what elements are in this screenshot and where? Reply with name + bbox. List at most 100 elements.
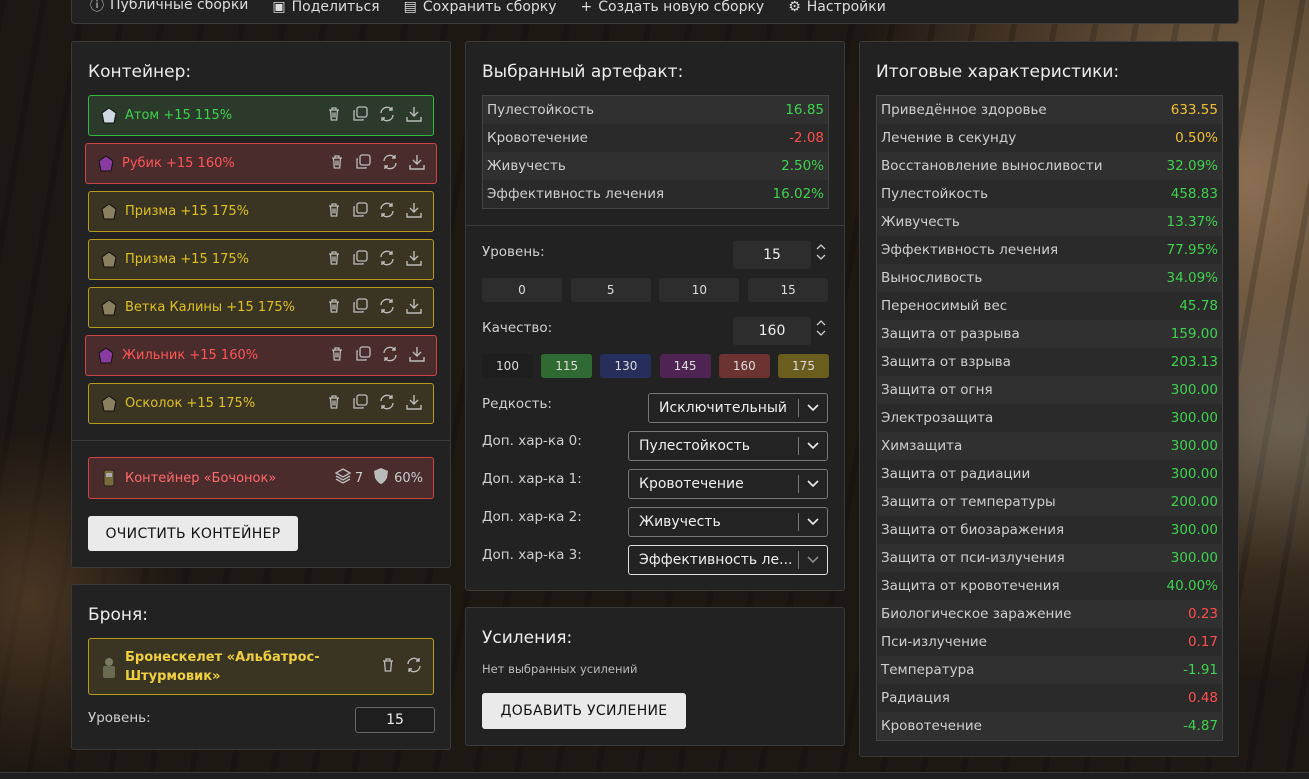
extra-stat-value: Живучесть [639, 514, 721, 530]
stat-name: Защита от биозаражения [881, 522, 1065, 538]
level-preset-button[interactable]: 0 [482, 278, 562, 302]
stat-value: 77.95% [1166, 242, 1218, 258]
quality-preset-button[interactable]: 175 [778, 354, 829, 378]
artifact-slot[interactable]: Призма +15 175% [88, 239, 434, 280]
level-preset-button[interactable]: 5 [570, 278, 651, 302]
container-slots-count: 7 [354, 470, 364, 486]
refresh-icon[interactable] [378, 393, 396, 415]
level-preset-button[interactable]: 15 [748, 278, 829, 302]
quality-preset-button[interactable]: 160 [718, 354, 770, 378]
stat-row: Защита от радиации 300.00 [877, 460, 1222, 488]
stat-row: Живучесть 2.50% [483, 152, 828, 180]
copy-icon[interactable] [354, 345, 372, 367]
chevron-up-icon[interactable] [816, 243, 826, 251]
stat-name: Защита от пси-излучения [881, 550, 1065, 566]
trash-icon[interactable] [326, 394, 342, 414]
clear-container-button[interactable]: ОЧИСТИТЬ КОНТЕЙНЕР [88, 516, 298, 551]
stat-row: Защита от огня 300.00 [877, 376, 1222, 404]
stat-row: Восстановление выносливости 32.09% [877, 152, 1222, 180]
download-icon[interactable] [408, 153, 426, 175]
refresh-icon[interactable] [405, 656, 423, 678]
share-link[interactable]: ▣ Поделиться [272, 0, 379, 15]
container-box[interactable]: Контейнер «Бочонок» 7 60% [88, 457, 434, 499]
stat-value: 0.48 [1187, 690, 1218, 706]
armor-slot[interactable]: Бронескелет «Альбатрос-Штурмовик» [88, 638, 434, 695]
gear-icon: ⚙ [788, 0, 801, 15]
stat-name: Переносимый вес [881, 298, 1008, 314]
refresh-icon[interactable] [378, 249, 396, 271]
trash-icon[interactable] [380, 657, 396, 677]
boosts-empty-text: Нет выбранных усилений [482, 662, 638, 676]
copy-icon[interactable] [354, 153, 372, 175]
artifact-actions [326, 393, 423, 415]
selected-artifact-stats: Пулестойкость 16.85 Кровотечение -2.08 Живуч… [482, 95, 829, 209]
copy-icon[interactable] [351, 105, 369, 127]
download-icon[interactable] [408, 345, 426, 367]
copy-icon[interactable] [351, 249, 369, 271]
trash-icon[interactable] [329, 346, 345, 366]
chevron-down-icon[interactable] [816, 329, 826, 337]
artifact-slot[interactable]: Ветка Калины +15 175% [88, 287, 434, 328]
stat-row: Эффективность лечения 16.02% [483, 180, 828, 208]
download-icon[interactable] [405, 249, 423, 271]
stat-name: Эффективность лечения [487, 186, 665, 202]
new-build-link[interactable]: + Создать новую сборку [581, 0, 765, 15]
trash-icon[interactable] [326, 298, 342, 318]
armor-level-input[interactable]: 15 [355, 707, 435, 733]
divider [466, 225, 844, 226]
quality-preset-button[interactable]: 115 [541, 354, 593, 378]
rarity-select[interactable]: Исключительный [648, 393, 828, 423]
artifact-slot[interactable]: Атом +15 115% [88, 95, 434, 136]
copy-icon[interactable] [351, 297, 369, 319]
trash-icon[interactable] [329, 154, 345, 174]
artifact-slot[interactable]: Рубик +15 160% [85, 143, 437, 184]
download-icon[interactable] [405, 105, 423, 127]
level-spinner[interactable] [816, 243, 826, 261]
refresh-icon[interactable] [381, 153, 399, 175]
extra-stat-select[interactable]: Пулестойкость [628, 431, 828, 461]
copy-icon[interactable] [351, 393, 369, 415]
armor-name: Бронескелет «Альбатрос-Штурмовик» [125, 649, 320, 684]
extra-stat-select[interactable]: Живучесть [628, 507, 828, 537]
armor-icon [99, 657, 119, 678]
trash-icon[interactable] [326, 250, 342, 270]
refresh-icon[interactable] [378, 105, 396, 127]
refresh-icon[interactable] [381, 345, 399, 367]
level-preset-button[interactable]: 10 [659, 278, 740, 302]
quality-input[interactable]: 160 [733, 317, 811, 345]
stat-name: Живучесть [881, 214, 960, 230]
quality-preset-button[interactable]: 145 [659, 354, 711, 378]
extra-stat-select[interactable]: Эффективность ле... [628, 545, 828, 575]
refresh-icon[interactable] [378, 297, 396, 319]
totals-title: Итоговые характеристики: [876, 62, 1120, 82]
chevron-down-icon[interactable] [816, 253, 826, 261]
download-icon[interactable] [405, 297, 423, 319]
stat-value: 45.78 [1179, 298, 1218, 314]
artifact-slot[interactable]: Призма +15 175% [88, 191, 434, 232]
settings-link[interactable]: ⚙ Настройки [788, 0, 886, 15]
quality-spinner[interactable] [816, 319, 826, 337]
save-build-link[interactable]: ▤ Сохранить сборку [404, 0, 557, 15]
stat-name: Защита от огня [881, 382, 993, 398]
stat-value: 203.13 [1170, 354, 1218, 370]
barrel-icon [99, 468, 119, 488]
artifact-slot[interactable]: Жильник +15 160% [85, 335, 437, 376]
add-boost-button[interactable]: ДОБАВИТЬ УСИЛЕНИЕ [482, 693, 686, 729]
level-input[interactable]: 15 [733, 241, 811, 269]
artifact-slot[interactable]: Осколок +15 175% [88, 383, 434, 424]
selected-artifact-panel: Выбранный артефакт: Пулестойкость 16.85 Кр… [465, 41, 845, 591]
trash-icon[interactable] [326, 202, 342, 222]
refresh-icon[interactable] [378, 201, 396, 223]
download-icon[interactable] [405, 201, 423, 223]
stat-value: 633.55 [1170, 102, 1218, 118]
quality-preset-button[interactable]: 100 [482, 354, 533, 378]
extra-stat-select[interactable]: Кровотечение [628, 469, 828, 499]
download-icon[interactable] [405, 393, 423, 415]
stat-row: Пси-излучение 0.17 [877, 628, 1222, 656]
copy-icon[interactable] [351, 201, 369, 223]
trash-icon[interactable] [326, 106, 342, 126]
stat-value: -1.91 [1183, 662, 1218, 678]
chevron-up-icon[interactable] [816, 319, 826, 327]
quality-preset-button[interactable]: 130 [600, 354, 652, 378]
public-builds-link[interactable]: ⓘ Публичные сборки [90, 0, 248, 15]
